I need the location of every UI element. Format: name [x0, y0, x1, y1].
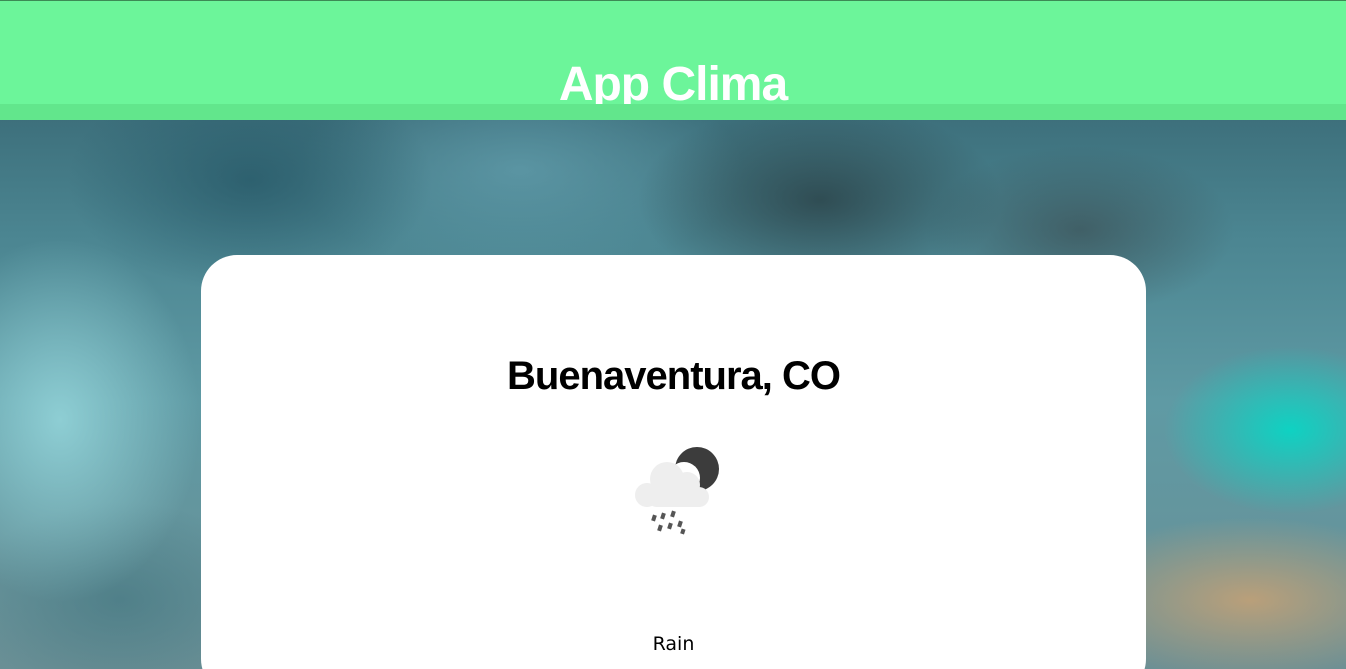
city-name: Buenaventura, CO: [507, 354, 841, 399]
weather-card: Buenaventura, CO Rain: [201, 255, 1146, 669]
weather-condition: Rain: [652, 633, 695, 655]
rain-night-icon: [623, 435, 723, 535]
app-header: App Clima: [0, 0, 1346, 120]
header-bottom-strip: [0, 104, 1346, 120]
